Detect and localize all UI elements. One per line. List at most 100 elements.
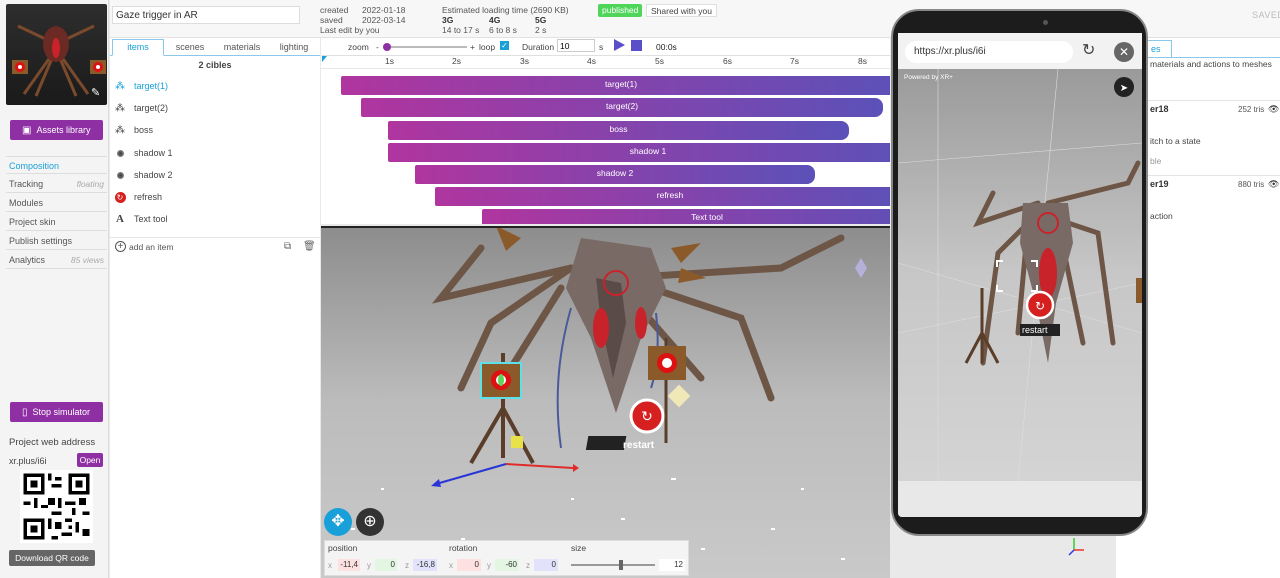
add-item-button[interactable]: + add an item bbox=[115, 241, 173, 252]
nav-analytics[interactable]: Analytics 85 views bbox=[6, 251, 107, 269]
edit-thumbnail-icon[interactable]: ✎ bbox=[91, 87, 103, 99]
shared-badge: Shared with you bbox=[646, 4, 717, 17]
list-item[interactable]: ⁂ target(2) bbox=[114, 98, 168, 118]
mesh-action-2: ble bbox=[1150, 156, 1162, 166]
svg-text:↻: ↻ bbox=[641, 409, 653, 425]
nav-project-skin-label: Project skin bbox=[9, 217, 56, 227]
qr-code-icon bbox=[23, 473, 90, 540]
project-title-input[interactable] bbox=[112, 6, 300, 24]
last-edit: Last edit by you bbox=[320, 25, 380, 35]
assets-library-button[interactable]: ▣ Assets library bbox=[10, 120, 103, 140]
loading-title: Estimated loading time (2690 KB) bbox=[442, 5, 569, 15]
pos-z-input[interactable]: -16,8 bbox=[413, 559, 437, 571]
list-item[interactable]: shadow 2 bbox=[114, 165, 173, 185]
timeline-bar-shadow-2[interactable]: shadow 2 bbox=[415, 165, 815, 184]
rot-z-input[interactable]: 0 bbox=[534, 559, 558, 571]
close-icon[interactable]: ✕ bbox=[1114, 42, 1134, 62]
powered-by: Powered by XR+ bbox=[904, 74, 953, 81]
list-item[interactable]: A Text tool bbox=[114, 209, 168, 229]
rot-x-label: x bbox=[449, 561, 453, 570]
timeline-bar-shadow-1[interactable]: shadow 1 bbox=[388, 143, 890, 162]
list-item[interactable]: ⁂ target(1) bbox=[114, 76, 168, 96]
pos-y-label: y bbox=[367, 561, 371, 570]
saved-status: SAVED bbox=[1252, 10, 1280, 20]
timeline-bar-boss[interactable]: boss bbox=[388, 121, 849, 140]
tab-lighting[interactable]: lighting bbox=[270, 40, 318, 56]
rot-y-input[interactable]: -60 bbox=[495, 559, 519, 571]
tick-label: 3s bbox=[520, 56, 529, 66]
rot-x-input[interactable]: 0 bbox=[457, 559, 481, 571]
nav-composition[interactable]: Composition bbox=[6, 156, 107, 174]
timeline-bar-text-tool[interactable]: Text tool bbox=[482, 209, 890, 224]
mesh-action[interactable]: itch to a state bbox=[1150, 136, 1201, 146]
axis-gizmo-icon bbox=[1068, 536, 1088, 558]
play-icon[interactable] bbox=[614, 39, 625, 51]
net-4g-name: 4G bbox=[489, 15, 501, 25]
add-item-label: add an item bbox=[129, 241, 174, 252]
eye-icon[interactable]: 👁 bbox=[1268, 179, 1279, 190]
list-item[interactable]: ⁂ boss bbox=[114, 120, 153, 140]
rotate-tool-icon[interactable]: ⊕ bbox=[356, 508, 384, 536]
loop-checkbox[interactable]: ✓ bbox=[500, 41, 509, 50]
phone-screen[interactable]: ↻ ➤ Powered by XR+ restart bbox=[898, 33, 1142, 517]
size-slider-handle[interactable] bbox=[619, 560, 623, 570]
nav-tracking[interactable]: Tracking floating bbox=[6, 175, 107, 193]
nav-publish-settings[interactable]: Publish settings bbox=[6, 232, 107, 250]
tab-scenes[interactable]: scenes bbox=[166, 40, 214, 56]
playhead-icon[interactable] bbox=[322, 56, 327, 62]
tab-materials[interactable]: materials bbox=[218, 40, 266, 56]
svg-text:↻: ↻ bbox=[1035, 299, 1045, 313]
duplicate-icon[interactable]: ⧉ bbox=[284, 241, 291, 252]
stop-simulator-button[interactable]: ▯ Stop simulator bbox=[10, 402, 103, 422]
restart-label: restart bbox=[623, 440, 655, 451]
app-root: created 2022-01-18 saved 2022-03-14 Last… bbox=[0, 0, 1280, 578]
phone-url-bar: https://xr.plus/i6i ↻ ✕ bbox=[898, 33, 1142, 69]
tick-label: 8s bbox=[858, 56, 867, 66]
transform-panel: position rotation size x -11,4 y 0 z -16… bbox=[324, 540, 689, 576]
trash-icon[interactable]: 🗑 bbox=[303, 241, 316, 252]
zoom-plus[interactable]: + bbox=[470, 42, 475, 52]
list-item[interactable]: ↻ refresh bbox=[114, 187, 162, 207]
reload-icon[interactable]: ↻ bbox=[1082, 40, 1095, 60]
timeline-bar-target-2[interactable]: target(2) bbox=[361, 98, 883, 117]
nav-modules[interactable]: Modules bbox=[6, 194, 107, 212]
web-address-title: Project web address bbox=[9, 437, 96, 448]
rot-z-label: z bbox=[526, 561, 530, 570]
zoom-slider[interactable] bbox=[385, 46, 467, 48]
size-slider[interactable] bbox=[571, 564, 655, 566]
stop-icon[interactable] bbox=[631, 40, 642, 51]
shadow-icon bbox=[114, 147, 126, 159]
image-icon: ▣ bbox=[22, 124, 32, 136]
shadow-icon bbox=[114, 169, 126, 181]
cibles-count: 2 cibles bbox=[198, 60, 232, 70]
eye-icon[interactable]: 👁 bbox=[1268, 104, 1279, 115]
phone-restart-label: restart bbox=[1022, 325, 1048, 335]
item-label: target(2) bbox=[134, 103, 169, 113]
mesh-action[interactable]: action bbox=[1150, 211, 1173, 221]
pos-y-input[interactable]: 0 bbox=[375, 559, 397, 571]
item-label: refresh bbox=[134, 192, 163, 202]
project-thumbnail[interactable]: ✎ bbox=[6, 4, 107, 105]
url-field[interactable]: https://xr.plus/i6i bbox=[905, 41, 1073, 63]
open-button[interactable]: Open bbox=[77, 453, 103, 467]
3d-viewport[interactable]: ↻ restart ✥ ⊕ position rotation size x -… bbox=[321, 226, 890, 578]
size-input[interactable]: 12 bbox=[659, 559, 685, 571]
timeline-bar-target-1[interactable]: target(1) bbox=[341, 76, 890, 95]
timeline-bar-refresh[interactable]: refresh bbox=[435, 187, 890, 206]
list-item[interactable]: shadow 1 bbox=[114, 143, 173, 163]
tab-items[interactable]: items bbox=[112, 39, 164, 56]
share-icon[interactable] bbox=[1112, 77, 1134, 99]
tick-label: 6s bbox=[723, 56, 732, 66]
tick-label: 2s bbox=[452, 56, 461, 66]
zoom-slider-handle[interactable] bbox=[383, 43, 391, 51]
item-label: boss bbox=[134, 125, 154, 135]
download-qr-button[interactable]: Download QR code bbox=[9, 550, 95, 566]
nav-tracking-label: Tracking bbox=[9, 179, 44, 189]
created-label: created bbox=[320, 5, 349, 15]
nav-project-skin[interactable]: Project skin bbox=[6, 213, 107, 231]
tab-properties[interactable]: es bbox=[1146, 40, 1172, 57]
zoom-minus[interactable]: - bbox=[376, 42, 379, 52]
pos-x-input[interactable]: -11,4 bbox=[338, 559, 360, 571]
duration-input[interactable] bbox=[557, 39, 595, 52]
move-tool-icon[interactable]: ✥ bbox=[324, 508, 352, 536]
